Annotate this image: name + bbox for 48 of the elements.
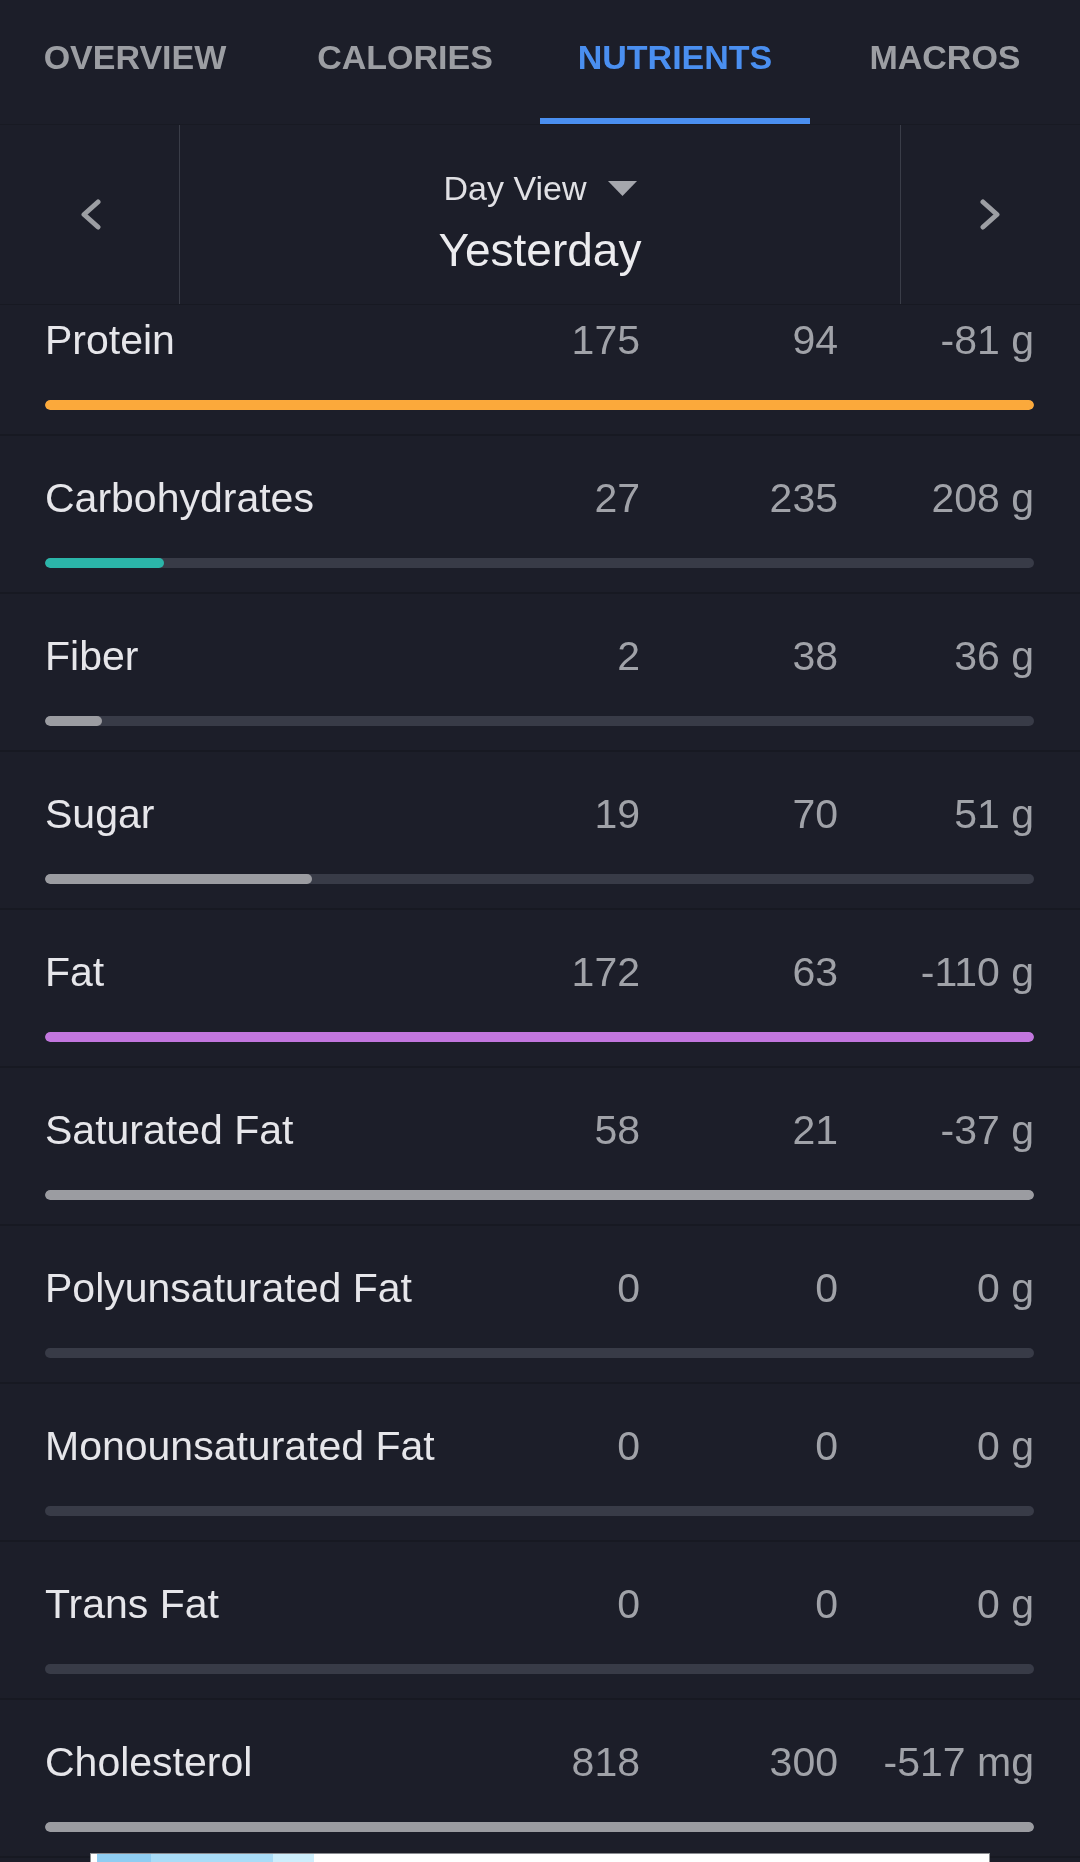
tab[interactable]: OVERVIEW xyxy=(0,0,270,124)
nutrient-value: 2 xyxy=(616,632,640,680)
view-dropdown[interactable]: Day View xyxy=(443,168,637,208)
nutrient-name: Protein xyxy=(45,316,176,364)
nutrient-name: Trans Fat xyxy=(45,1580,220,1628)
nutrient-name: Polyunsaturated Fat xyxy=(45,1264,413,1312)
nutrient-name: Sugar xyxy=(45,790,156,838)
nutrient-name: Cholesterol xyxy=(45,1738,254,1786)
nutrient-value: 0 g xyxy=(976,1580,1034,1628)
nutrient-value: 0 xyxy=(814,1422,838,1470)
nutrient-value: 172 xyxy=(570,948,640,996)
nutrient-value: 300 xyxy=(768,1738,838,1786)
nutrient-value: 21 xyxy=(791,1106,838,1154)
nutrient-value: 38 xyxy=(791,632,838,680)
nutrient-value: 818 xyxy=(570,1738,640,1786)
nutrient-value: 235 xyxy=(768,474,838,522)
nutrient-value: 0 xyxy=(814,1580,838,1628)
nutrient-name: Fat xyxy=(45,948,106,996)
tab[interactable]: MACROS xyxy=(810,0,1080,124)
nutrient-value: 51 g xyxy=(953,790,1034,838)
nutrient-value: 58 xyxy=(593,1106,640,1154)
nutrient-value: 36 g xyxy=(953,632,1034,680)
nutrient-value: 70 xyxy=(791,790,838,838)
nutrient-value: 208 g xyxy=(930,474,1034,522)
nutrient-name: Fiber xyxy=(45,632,140,680)
nutrient-value: -110 g xyxy=(919,948,1034,996)
nutrient-value: 0 xyxy=(616,1264,640,1312)
nutrient-value: -517 mg xyxy=(882,1738,1034,1786)
chevron-right-icon xyxy=(979,199,1002,230)
nutrient-value: 0 g xyxy=(976,1264,1034,1312)
nutrient-value: -81 g xyxy=(939,316,1034,364)
nutrient-value: 19 xyxy=(593,790,640,838)
nutrient-value: 27 xyxy=(593,474,640,522)
nutrient-name: Carbohydrates xyxy=(45,474,315,522)
nutrient-value: -37 g xyxy=(939,1106,1034,1154)
tab[interactable]: CALORIES xyxy=(270,0,540,124)
chevron-left-icon xyxy=(78,199,101,230)
nutrient-value: 175 xyxy=(570,316,640,364)
caret-down-icon xyxy=(607,180,637,196)
nutrient-value: 63 xyxy=(791,948,838,996)
nutrient-name: Saturated Fat xyxy=(45,1106,295,1154)
nutrient-name: Monounsaturated Fat xyxy=(45,1422,436,1470)
nutrient-value: 0 xyxy=(616,1580,640,1628)
nutrient-value: 0 g xyxy=(976,1422,1034,1470)
nutrient-value: 0 xyxy=(814,1264,838,1312)
date-title: Yesterday xyxy=(438,224,642,276)
nutrient-value: 94 xyxy=(791,316,838,364)
nutrient-value: 0 xyxy=(616,1422,640,1470)
